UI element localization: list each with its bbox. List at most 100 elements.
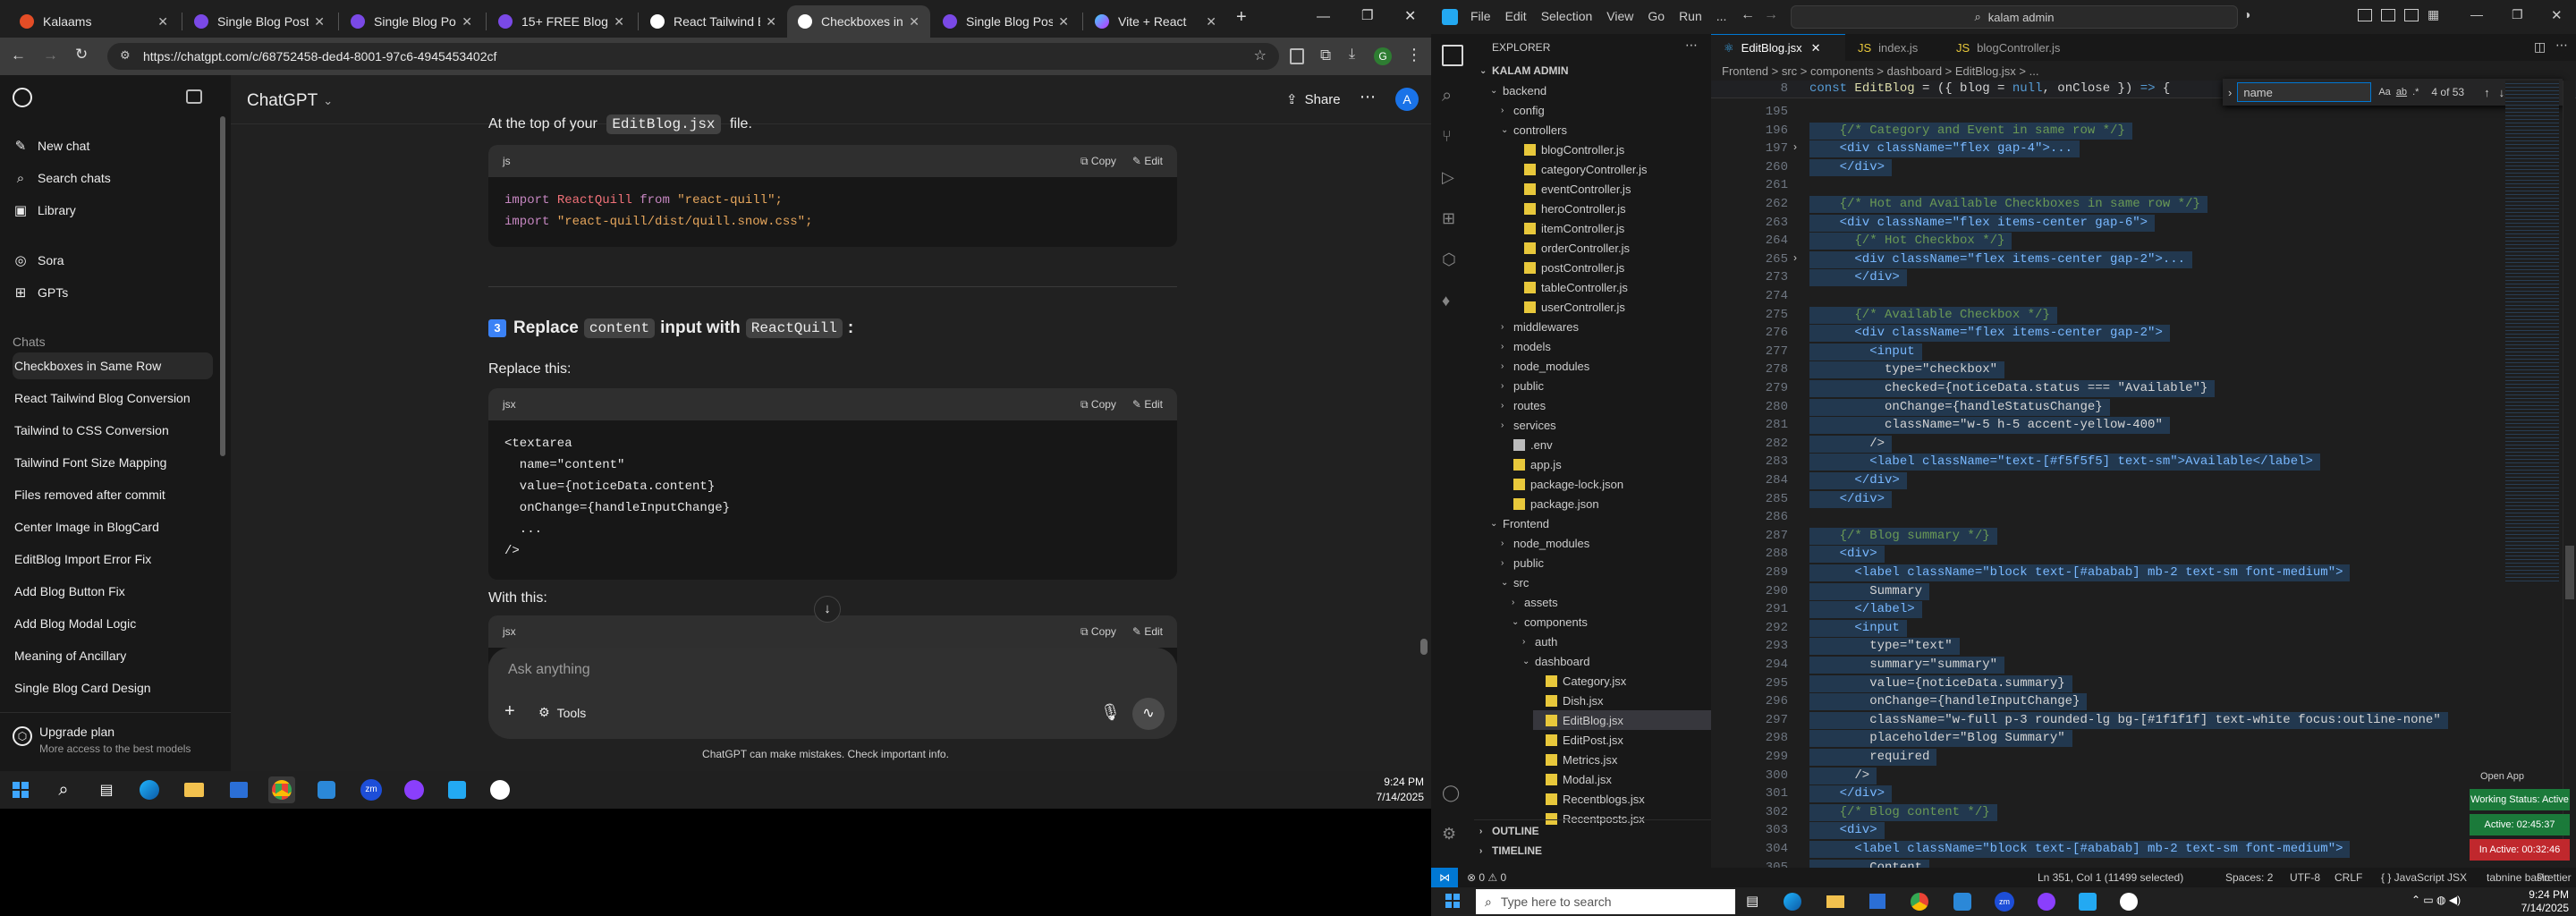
maximize-window-button[interactable]: ❐ [1361, 7, 1373, 23]
site-info-icon[interactable]: ⚙ [120, 48, 131, 63]
explorer-file[interactable]: Recentposts.jsx [1533, 809, 1645, 828]
explorer-file[interactable]: Modal.jsx [1533, 769, 1612, 789]
sidebar-scrollbar[interactable] [220, 116, 225, 456]
toggle-secondary-sidebar-icon[interactable] [2404, 9, 2419, 21]
edit-code-button[interactable]: ✎ Edit [1132, 398, 1163, 411]
code-line[interactable]: <div> [1809, 546, 1877, 563]
toggle-panel-icon[interactable] [2381, 9, 2395, 21]
minimap[interactable] [2505, 81, 2559, 581]
file-explorer-icon[interactable] [181, 776, 208, 803]
app-taskbar-icon[interactable] [2120, 893, 2138, 911]
code-line[interactable]: </div> [1809, 491, 1885, 508]
close-tab-icon[interactable]: ✕ [157, 14, 168, 30]
explorer-file[interactable]: Recentblogs.jsx [1533, 789, 1645, 809]
code-line[interactable]: summary="summary" [1809, 657, 1997, 674]
voice-mode-button[interactable]: ∿ [1132, 698, 1165, 730]
browser-tab-single-blog-1[interactable]: Single Blog Posts ✕ [183, 5, 335, 38]
explorer-folder[interactable]: ⌄ Frontend [1490, 513, 1549, 533]
taskbar-clock[interactable]: 9:24 PM 7/14/2025 [2501, 888, 2569, 915]
share-button[interactable]: ⇪ Share [1286, 91, 1341, 108]
close-tab-icon[interactable]: ✕ [314, 14, 325, 30]
explorer-more-icon[interactable]: ⋯ [1685, 38, 1698, 53]
explorer-folder[interactable]: › routes [1501, 395, 1546, 415]
code-line[interactable]: {/* Hot Checkbox */} [1809, 233, 2004, 250]
chat-history-item[interactable]: Add Blog Modal Logic [13, 610, 213, 637]
upgrade-plan-title[interactable]: Upgrade plan [39, 725, 114, 739]
menu-item[interactable]: File [1470, 9, 1491, 23]
fold-chevron-icon[interactable]: › [1793, 140, 1797, 153]
close-tab-icon[interactable]: ✕ [1811, 41, 1821, 55]
close-tab-icon[interactable]: ✕ [766, 14, 776, 30]
profile-avatar[interactable]: G [1374, 47, 1392, 65]
chat-history-item[interactable]: Tailwind to CSS Conversion [13, 417, 213, 444]
gpts-button[interactable]: ⊞ GPTs [13, 281, 69, 304]
vscode-taskbar-icon[interactable] [2079, 893, 2097, 911]
main-scrollbar[interactable] [1420, 639, 1428, 655]
back-arrow-icon[interactable]: ← [11, 47, 26, 64]
menu-item[interactable]: View [1606, 9, 1633, 23]
attach-plus-button[interactable]: + [504, 701, 515, 722]
code-line[interactable]: /> [1809, 436, 1885, 453]
explorer-file[interactable]: eventController.js [1512, 179, 1631, 199]
explorer-folder[interactable]: › auth [1522, 632, 1557, 651]
code-line[interactable]: <input [1809, 344, 1914, 360]
code-line[interactable]: placeholder="Blog Summary" [1809, 730, 2064, 747]
remote-indicator-icon[interactable]: ⋈ [1431, 868, 1458, 887]
code-line[interactable]: className="w-5 h-5 accent-yellow-400" [1809, 417, 2163, 434]
prettier-indicator[interactable]: Prettier [2537, 871, 2576, 884]
explorer-file[interactable]: categoryController.js [1512, 159, 1648, 179]
code-line[interactable]: {/* Blog content */} [1809, 804, 1990, 821]
explorer-folder[interactable]: › middlewares [1501, 317, 1579, 336]
code-line[interactable]: </div> [1809, 269, 1899, 286]
bookmark-star-icon[interactable]: ☆ [1254, 47, 1267, 64]
browser-tab-checkboxes[interactable]: Checkboxes in Same ✕ [787, 5, 930, 38]
extensions-icon[interactable]: ⊞ [1442, 209, 1463, 231]
code-line[interactable]: className="w-full p-3 rounded-lg bg-[#1f… [1809, 712, 2441, 729]
match-case-icon[interactable]: Aa [2378, 87, 2390, 98]
toggle-replace-icon[interactable]: › [2228, 86, 2232, 99]
search-icon[interactable]: ⌕ [1442, 86, 1463, 107]
edit-code-button[interactable]: ✎ Edit [1132, 625, 1163, 639]
microsoft-store-icon[interactable] [225, 776, 252, 803]
code-line[interactable]: </div> [1809, 785, 1885, 802]
editor-tab-blogcontroller[interactable]: JS blogController.js [1944, 34, 2087, 61]
explorer-file[interactable]: Dish.jsx [1533, 691, 1604, 710]
explorer-folder[interactable]: › config [1501, 100, 1545, 120]
chat-history-item[interactable]: EditBlog Import Error Fix [13, 546, 213, 572]
explorer-file[interactable]: blogController.js [1512, 140, 1624, 159]
run-debug-icon[interactable]: ▷ [1442, 168, 1463, 190]
code-line[interactable]: /> [1809, 768, 1869, 785]
forward-arrow-icon[interactable]: → [43, 47, 58, 64]
explorer-file[interactable]: itemController.js [1512, 218, 1624, 238]
manage-gear-icon[interactable]: ⚙ [1442, 825, 1463, 846]
regex-icon[interactable]: .* [2412, 87, 2419, 98]
microphone-icon[interactable]: 🎙 [1100, 703, 1121, 722]
vscode-maximize-button[interactable]: ❐ [2512, 7, 2523, 22]
explorer-folder[interactable]: › node_modules [1501, 356, 1589, 376]
encoding-indicator[interactable]: UTF-8 [2290, 871, 2320, 884]
editor-tab-index[interactable]: JS index.js [1845, 34, 1944, 61]
taskbar-clock[interactable]: 9:24 PM 7/14/2025 [1349, 775, 1424, 805]
upgrade-plan-icon[interactable]: ⬡ [13, 726, 32, 746]
extensions-icon[interactable]: ⧉ [1320, 47, 1331, 64]
workspace-root[interactable]: ⌄ KALAM ADMIN [1479, 61, 1569, 81]
system-tray-icons[interactable]: ⌃ ▭ ◍ ◀) [2411, 894, 2461, 906]
menu-item[interactable]: ... [1716, 9, 1727, 23]
github-desktop-icon[interactable] [2038, 893, 2055, 911]
explorer-folder[interactable]: › models [1501, 336, 1551, 356]
close-sidebar-icon[interactable] [186, 89, 202, 104]
chat-history-item[interactable]: Tailwind Font Size Mapping [13, 449, 213, 476]
menu-item[interactable]: Go [1648, 9, 1665, 23]
explorer-folder[interactable]: › services [1501, 415, 1556, 435]
explorer-file[interactable]: package.json [1501, 494, 1599, 513]
model-selector[interactable]: ChatGPT ⌄ [247, 91, 333, 111]
library-button[interactable]: ▣ Library [13, 199, 76, 222]
code-line[interactable]: <label className="block text-[#ababab] m… [1809, 564, 2343, 581]
browser-tab-react-tailwind[interactable]: React Tailwind Blog ✕ [640, 5, 787, 38]
copy-code-button[interactable]: ⧉ Copy [1080, 155, 1116, 168]
code-line[interactable]: <div className="flex items-center gap-6"… [1809, 215, 2148, 232]
vscode-alt-taskbar-icon[interactable] [313, 776, 340, 803]
explorer-file[interactable]: tableController.js [1512, 277, 1628, 297]
code-line[interactable]: <div className="flex items-center gap-2"… [1809, 325, 2162, 342]
eol-indicator[interactable]: CRLF [2334, 871, 2362, 884]
